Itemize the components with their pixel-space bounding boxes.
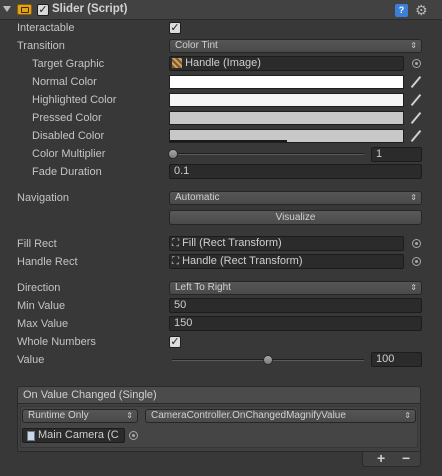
navigation-label: Navigation <box>17 192 69 204</box>
target-graphic-value: Handle (Image) <box>185 57 261 69</box>
color-multiplier-thumb[interactable] <box>168 149 178 159</box>
alpha-bar <box>170 140 287 142</box>
eyedropper-icon[interactable] <box>410 112 422 124</box>
event-object-field[interactable]: Main Camera (C <box>22 428 125 443</box>
target-graphic-label: Target Graphic <box>32 58 105 70</box>
object-picker-icon[interactable] <box>412 239 421 248</box>
eyedropper-icon[interactable] <box>410 76 422 88</box>
fill-rect-field[interactable]: ⛶ Fill (Rect Transform) <box>169 236 404 251</box>
pressed-color-label: Pressed Color <box>32 112 102 124</box>
dropdown-arrow-icon: ⇕ <box>410 193 417 202</box>
value-label: Value <box>17 354 45 366</box>
color-multiplier-label: Color Multiplier <box>32 148 106 160</box>
handle-rect-label: Handle Rect <box>17 256 78 268</box>
min-value-input[interactable]: 50 <box>169 298 422 313</box>
color-multiplier-track[interactable] <box>172 153 364 155</box>
max-value-input[interactable]: 150 <box>169 316 422 331</box>
transition-value: Color Tint <box>175 40 218 51</box>
object-picker-icon[interactable] <box>412 59 421 68</box>
rect-transform-icon: ⛶ <box>172 238 179 249</box>
event-footer <box>362 452 421 467</box>
interactable-checkbox[interactable]: ✓ <box>169 22 181 34</box>
function-dropdown[interactable]: CameraController.OnChangedMagnifyValue ⇕ <box>145 409 416 423</box>
whole-numbers-label: Whole Numbers <box>17 336 96 348</box>
handle-rect-field[interactable]: ⛶ Handle (Rect Transform) <box>169 254 404 269</box>
dropdown-arrow-icon: ⇕ <box>410 283 417 292</box>
fold-arrow-icon[interactable] <box>3 6 11 12</box>
object-picker-icon[interactable] <box>412 257 421 266</box>
dropdown-arrow-icon: ⇕ <box>410 41 417 50</box>
direction-dropdown[interactable]: Left To Right ⇕ <box>169 281 422 295</box>
camera-object-icon <box>27 431 35 441</box>
value-thumb[interactable] <box>263 355 273 365</box>
value-input[interactable]: 100 <box>371 352 422 367</box>
component-enabled-checkbox[interactable]: ✓ <box>37 4 49 16</box>
runtime-dropdown[interactable]: Runtime Only ⇕ <box>22 409 138 423</box>
eyedropper-icon[interactable] <box>410 94 422 106</box>
normal-color-field[interactable] <box>169 75 404 89</box>
remove-listener-button[interactable]: − <box>402 451 410 466</box>
component-title: Slider (Script) <box>52 3 128 15</box>
max-value-label: Max Value <box>17 318 69 330</box>
color-multiplier-input[interactable]: 1 <box>371 147 422 162</box>
dropdown-arrow-icon: ⇕ <box>404 411 411 420</box>
rect-transform-icon: ⛶ <box>172 256 179 267</box>
target-graphic-field[interactable]: Handle (Image) <box>169 56 404 71</box>
navigation-dropdown[interactable]: Automatic ⇕ <box>169 191 422 205</box>
highlighted-color-label: Highlighted Color <box>32 94 117 106</box>
disabled-color-field[interactable] <box>169 129 404 143</box>
event-header: On Value Changed (Single) <box>17 386 421 404</box>
interactable-label: Interactable <box>17 22 75 34</box>
direction-value: Left To Right <box>175 282 231 293</box>
whole-numbers-checkbox[interactable]: ✓ <box>169 336 181 348</box>
navigation-value: Automatic <box>175 192 220 203</box>
fill-rect-label: Fill Rect <box>17 238 57 250</box>
help-icon[interactable]: ? <box>395 4 408 17</box>
component-header: ✓ Slider (Script) ? ⚙ <box>0 0 442 20</box>
handle-rect-value: Handle (Rect Transform) <box>182 255 303 267</box>
gear-icon[interactable]: ⚙ <box>415 2 428 18</box>
transition-label: Transition <box>17 40 65 52</box>
fill-rect-value: Fill (Rect Transform) <box>182 237 282 249</box>
transition-dropdown[interactable]: Color Tint ⇕ <box>169 39 422 53</box>
pressed-color-field[interactable] <box>169 111 404 125</box>
runtime-value: Runtime Only <box>28 410 89 421</box>
object-picker-icon[interactable] <box>129 431 138 440</box>
direction-label: Direction <box>17 282 61 294</box>
event-object-value: Main Camera (C <box>38 429 119 441</box>
dropdown-arrow-icon: ⇕ <box>126 411 133 420</box>
min-value-label: Min Value <box>17 300 66 312</box>
script-icon <box>17 4 32 15</box>
eyedropper-icon[interactable] <box>410 130 422 142</box>
image-icon <box>172 58 182 68</box>
function-value: CameraController.OnChangedMagnifyValue <box>151 410 346 421</box>
visualize-button[interactable]: Visualize <box>169 210 422 225</box>
fade-duration-label: Fade Duration <box>32 166 102 178</box>
highlighted-color-field[interactable] <box>169 93 404 107</box>
add-listener-button[interactable]: + <box>377 451 385 466</box>
normal-color-label: Normal Color <box>32 76 97 88</box>
disabled-color-label: Disabled Color <box>32 130 105 142</box>
fade-duration-input[interactable]: 0.1 <box>169 164 422 179</box>
